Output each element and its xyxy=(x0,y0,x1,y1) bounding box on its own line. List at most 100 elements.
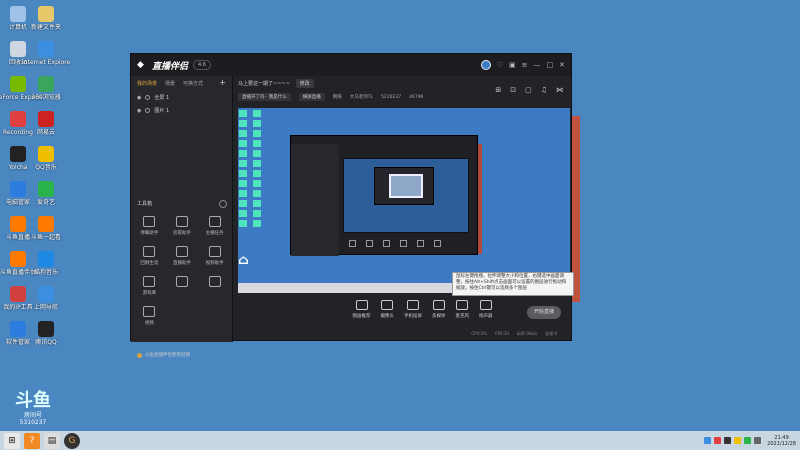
live-companion-window[interactable]: ◆ 直播伴侣 4.6 ♡ ▣ ≡ — □ ✕ 我的场景 场景 可换方式 + ◉ … xyxy=(130,53,572,358)
start-button[interactable]: ⊞ xyxy=(4,432,20,449)
usage-notice[interactable]: 斗鱼直播伴侣使用说明 xyxy=(137,352,190,358)
tool-item[interactable] xyxy=(198,276,231,296)
app-icon xyxy=(38,146,54,162)
preview-icon xyxy=(239,210,247,217)
control-label: 摄像头 xyxy=(380,314,395,319)
desktop-icon[interactable]: 斗鱼一起看 xyxy=(22,216,70,241)
tray-icon[interactable] xyxy=(724,437,732,444)
tool-label: 视频助手 xyxy=(205,261,224,266)
gift-icon[interactable]: ⊞ xyxy=(495,86,501,94)
tool-label: 弹幕助手 xyxy=(140,231,159,236)
shirt-icon[interactable]: ▣ xyxy=(509,61,516,69)
collapse-icon[interactable] xyxy=(219,200,227,208)
control-icon xyxy=(355,300,368,310)
add-scene-icon[interactable]: + xyxy=(219,79,226,87)
desktop-icon[interactable]: QQ音乐 xyxy=(22,146,70,171)
title-bar[interactable]: ◆ 直播伴侣 4.6 ♡ ▣ ≡ — □ ✕ xyxy=(131,54,571,76)
source-item[interactable]: ◉ 图片 1 xyxy=(131,104,232,117)
eye-icon[interactable]: ◉ xyxy=(137,108,141,114)
tool-icon xyxy=(143,276,156,287)
control-button[interactable]: 图画推荐 xyxy=(353,300,371,319)
share-icon[interactable]: ⋈ xyxy=(556,86,563,94)
app-icon xyxy=(38,286,54,302)
tool-item[interactable] xyxy=(166,276,199,296)
maximize-icon[interactable]: □ xyxy=(547,61,554,69)
tab-my-scenes[interactable]: 我的场景 xyxy=(137,80,157,87)
desktop-icon[interactable]: Internet Explorer xyxy=(22,41,70,66)
tool-item[interactable]: 游戏库 xyxy=(133,276,166,296)
tool-label: 直播助手 xyxy=(172,261,191,266)
volume-icon[interactable] xyxy=(754,437,762,444)
mode-select[interactable]: 横屏直播 xyxy=(298,93,325,101)
taskbar-app-icon[interactable]: ? xyxy=(24,432,40,449)
category-select[interactable]: 直播开了吗 · 我是什么 xyxy=(238,93,291,101)
app-icon xyxy=(38,111,54,127)
source-label: 全屏 1 xyxy=(154,95,170,101)
tab-scenes[interactable]: 场景 xyxy=(165,80,175,87)
control-button[interactable]: 扬声器 xyxy=(479,300,493,319)
tool-item[interactable]: 视频 xyxy=(133,306,166,326)
go-live-button[interactable]: 开始直播 xyxy=(527,306,561,319)
tool-item[interactable]: 视频助手 xyxy=(198,246,231,266)
clock[interactable]: 21:49 2021/12/28 xyxy=(767,435,796,447)
tab-switch[interactable]: 可换方式 xyxy=(183,80,203,87)
desktop-icon[interactable]: 腾讯QQ xyxy=(22,321,70,346)
preview-icon xyxy=(252,190,261,197)
desktop-icon-label: 腾讯QQ xyxy=(35,339,57,346)
control-button[interactable]: 摄像头 xyxy=(380,300,395,319)
close-icon[interactable]: ✕ xyxy=(559,61,565,69)
copy-icon[interactable]: ▢ xyxy=(525,86,532,94)
lock-icon[interactable] xyxy=(145,108,151,113)
tool-item[interactable]: 房管助手 xyxy=(166,216,199,236)
tray-icon[interactable] xyxy=(704,437,712,444)
source-item[interactable]: ◉ 全屏 1 xyxy=(131,91,232,104)
lock-icon[interactable] xyxy=(145,95,151,100)
preview-icon xyxy=(252,210,261,217)
preview-icon xyxy=(252,120,261,127)
preview-icon xyxy=(252,140,261,147)
desktop-icon[interactable]: 360浏览器 xyxy=(22,76,70,101)
tool-icon xyxy=(175,246,188,257)
tool-item[interactable]: 回顾生涯 xyxy=(133,246,166,266)
desktop-icon[interactable]: 酷狗音乐 xyxy=(22,251,70,276)
taskbar-folder-icon[interactable]: ▤ xyxy=(44,432,60,449)
menu-icon[interactable]: ≡ xyxy=(522,61,528,69)
tool-icon xyxy=(208,246,221,257)
avatar[interactable] xyxy=(480,60,491,70)
tray-icon[interactable] xyxy=(714,437,722,444)
control-button[interactable]: 麦克风 xyxy=(456,300,469,319)
room-toolbar: 马上要这一期了~~~~ 修改 直播开了吗 · 我是什么 横屏直播 网络 大马老师… xyxy=(234,76,571,108)
control-button[interactable]: 多媒体 xyxy=(432,300,446,319)
desktop-icon[interactable]: 爱奇艺 xyxy=(22,181,70,206)
source-label: 图片 1 xyxy=(154,108,170,114)
tool-item[interactable]: 弹幕助手 xyxy=(133,216,166,236)
viewer-count: 46796 xyxy=(409,94,424,100)
streamer-name: 大马老师TL xyxy=(349,95,374,100)
preview-icon xyxy=(252,110,261,117)
eye-icon[interactable]: ◉ xyxy=(137,95,141,101)
toolbox-grid: 弹幕助手 房管助手 主播任务回顾生涯 直播助手 视频助手游戏库视频 xyxy=(133,216,231,326)
stream-preview[interactable]: ⌂ xyxy=(238,108,570,293)
bell-icon[interactable]: ♫ xyxy=(541,86,547,94)
preview-icon xyxy=(252,170,261,177)
minimize-icon[interactable]: — xyxy=(534,61,541,69)
desktop-icon-label: 爱奇艺 xyxy=(36,199,55,206)
taskbar-app-icon[interactable]: G xyxy=(64,432,80,449)
desktop-icon[interactable]: 网易云 xyxy=(22,111,70,136)
edit-title-button[interactable]: 修改 xyxy=(295,79,314,88)
tray-icon[interactable] xyxy=(744,437,752,444)
desktop-icon[interactable]: 新建文件夹 xyxy=(22,6,70,31)
tool-item[interactable]: 主播任务 xyxy=(198,216,231,236)
stat-item: 码率:0kb/s xyxy=(516,331,538,336)
desktop-icon[interactable]: 上网导航 xyxy=(22,286,70,311)
lock-icon[interactable]: ⊡ xyxy=(510,86,516,94)
tool-icon xyxy=(143,306,156,317)
app-icon xyxy=(38,76,54,92)
control-button[interactable]: 手机投屏 xyxy=(404,300,422,319)
app-icon xyxy=(38,6,54,22)
preview-icon xyxy=(252,150,261,157)
tool-label: 游戏库 xyxy=(142,291,157,296)
tray-icon[interactable] xyxy=(734,437,742,444)
heart-icon[interactable]: ♡ xyxy=(497,61,503,69)
tool-item[interactable]: 直播助手 xyxy=(166,246,199,266)
